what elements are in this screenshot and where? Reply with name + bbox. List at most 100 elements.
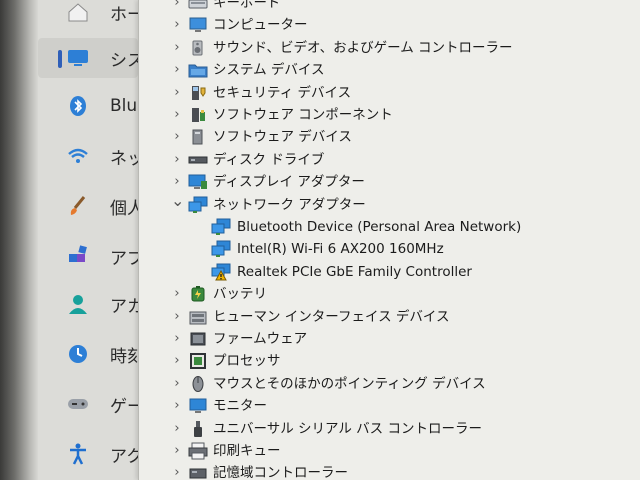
apps-icon [66,244,90,268]
device-category-label: ユニバーサル シリアル バス コントローラー [213,420,482,437]
chevron-down-icon[interactable]: ⌄ [171,192,184,216]
chevron-right-icon[interactable]: › [171,373,183,395]
device-category[interactable]: ⌄ ネットワーク アダプター [139,192,640,216]
brush-icon [66,194,90,218]
processor-icon [188,352,208,370]
display-adapter-icon [188,173,208,191]
device-category[interactable]: › ディスク ドライブ [139,149,640,171]
device-item-label: Intel(R) Wi-Fi 6 AX200 160MHz [237,241,444,258]
device-category-label: プロセッサ [213,353,281,370]
device-category[interactable]: › バッテリ [139,283,640,305]
chevron-right-icon[interactable]: › [171,59,183,81]
wifi-icon [66,144,90,168]
device-manager-tree: › キーボード › コンピューター › サウンド、ビデオ、およびゲーム コントローラー › シ… [138,0,640,480]
device-category[interactable]: › モニター [139,395,640,417]
device-category-label: キーボード [213,0,281,11]
usb-icon [188,420,208,438]
device-category-label: ヒューマン インターフェイス デバイス [213,308,450,325]
device-category-label: ディスプレイ アダプター [213,174,365,191]
settings-nav-item[interactable]: アカ [38,284,144,324]
settings-nav-label: Blu [110,96,138,116]
device-category[interactable]: › マウスとそのほかのポインティング デバイス [139,373,640,395]
speaker-icon [188,39,208,57]
device-category[interactable]: › ヒューマン インターフェイス デバイス [139,306,640,328]
device-category[interactable]: › プロセッサ [139,350,640,372]
device-category[interactable]: › セキュリティ デバイス [139,82,640,104]
computer-icon [188,16,208,34]
settings-nav-item[interactable]: 時刻 [38,334,144,374]
gamepad-icon [66,392,90,416]
device-category-label: 印刷キュー [213,443,281,459]
settings-nav-item[interactable]: アプ [38,236,144,276]
chevron-right-icon[interactable]: › [171,149,183,171]
device-category[interactable]: › システム デバイス [139,59,640,81]
device-item[interactable]: Realtek PCIe GbE Family Controller [139,261,640,283]
device-category-label: コンピューター [213,17,308,34]
device-category-label: モニター [213,398,267,415]
device-category[interactable]: › サウンド、ビデオ、およびゲーム コントローラー [139,37,640,59]
keyboard-icon [188,0,208,12]
device-category-label: ネットワーク アダプター [213,196,366,213]
device-category[interactable]: › ファームウェア [139,328,640,350]
device-category[interactable]: › ソフトウェア デバイス [139,126,640,148]
device-category-label: ディスク ドライブ [213,151,325,168]
network-adapter-icon [211,218,231,236]
chevron-right-icon[interactable]: › [171,126,183,148]
account-icon [66,292,90,316]
device-category[interactable]: › 記憶域コントローラー [139,462,640,480]
laptop-bezel [0,0,38,480]
chevron-right-icon[interactable]: › [171,462,183,480]
settings-nav-item[interactable]: ゲー [38,384,144,424]
device-category-label: システム デバイス [213,62,325,79]
disk-drive-icon [188,151,208,169]
chevron-right-icon[interactable]: › [171,82,183,104]
settings-nav-item[interactable]: ネッ [38,136,144,176]
device-category[interactable]: › ソフトウェア コンポーネント [139,104,640,126]
system-icon [66,46,90,70]
monitor-icon [188,397,208,415]
chevron-right-icon[interactable]: › [171,0,183,14]
device-category[interactable]: › コンピューター [139,14,640,36]
printer-icon [188,442,208,460]
bluetooth-icon [66,94,90,118]
settings-nav-item[interactable]: 個人 [38,186,144,226]
network-adapter-warning-icon [211,263,231,281]
chevron-right-icon[interactable]: › [171,283,183,305]
settings-nav-item[interactable]: ホー [38,0,144,32]
settings-nav-item[interactable]: Blu [38,86,138,126]
chevron-right-icon[interactable]: › [171,171,183,193]
device-item[interactable]: Bluetooth Device (Personal Area Network) [139,216,640,238]
device-category-label: 記憶域コントローラー [213,465,348,480]
settings-nav-item[interactable]: シス [38,38,144,78]
battery-icon [188,285,208,303]
home-icon [66,0,90,24]
chevron-right-icon[interactable]: › [171,328,183,350]
firmware-icon [188,330,208,348]
chevron-right-icon[interactable]: › [171,104,183,126]
device-category-label: バッテリ [213,286,267,303]
accessibility-icon [66,442,90,466]
screen: ホーシス Blu ネッ個人アプアカ時刻ゲーアク › キーボード › コンピューター › サウン… [0,0,640,480]
device-category[interactable]: › キーボード [139,0,640,14]
storage-controller-icon [188,464,208,480]
folder-icon [188,61,208,79]
chevron-right-icon[interactable]: › [171,440,183,462]
network-adapter-icon [211,240,231,258]
chevron-right-icon[interactable]: › [171,14,183,36]
network-adapter-icon [188,196,208,214]
device-category-label: マウスとそのほかのポインティング デバイス [213,375,486,392]
chevron-right-icon[interactable]: › [171,418,183,440]
device-category[interactable]: › 印刷キュー [139,440,640,462]
device-item-label: Bluetooth Device (Personal Area Network) [237,219,522,235]
device-category[interactable]: › ユニバーサル シリアル バス コントローラー [139,418,640,440]
device-item[interactable]: Intel(R) Wi-Fi 6 AX200 160MHz [139,238,640,260]
device-category[interactable]: › ディスプレイ アダプター [139,171,640,193]
chevron-right-icon[interactable]: › [171,306,183,328]
software-device-icon [188,128,208,146]
chevron-right-icon[interactable]: › [171,37,183,59]
settings-nav-item[interactable]: アク [38,434,143,474]
chevron-right-icon[interactable]: › [171,395,183,417]
device-category-label: ファームウェア [213,331,308,347]
chevron-right-icon[interactable]: › [171,350,183,372]
hid-icon [188,308,208,326]
